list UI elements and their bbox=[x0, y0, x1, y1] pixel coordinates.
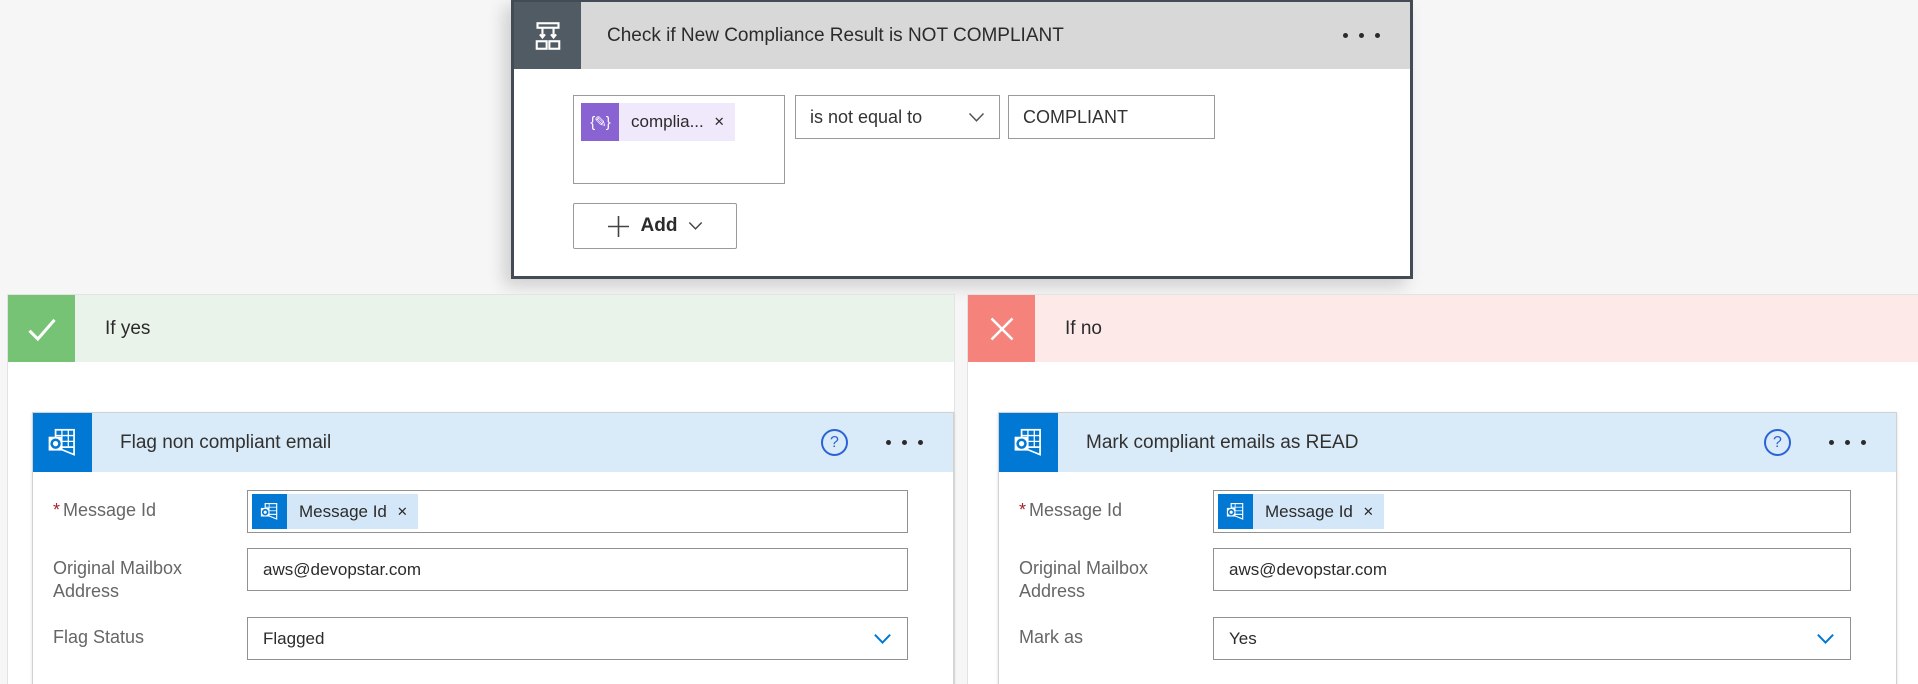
action-card-body: *Message Id bbox=[999, 472, 1896, 684]
field-row-flag-status: Flag Status Flagged bbox=[53, 617, 908, 660]
mailbox-address-value: aws@devopstar.com bbox=[1229, 560, 1387, 580]
mailbox-address-input[interactable]: aws@devopstar.com bbox=[247, 548, 908, 591]
condition-card: Check if New Compliance Result is NOT CO… bbox=[511, 0, 1413, 279]
condition-icon bbox=[514, 2, 581, 69]
field-label: Flag Status bbox=[53, 617, 247, 660]
field-label: *Message Id bbox=[53, 490, 247, 533]
mark-as-value: Yes bbox=[1229, 629, 1257, 649]
message-id-token[interactable]: Message Id ✕ bbox=[252, 494, 418, 529]
chevron-down-icon bbox=[968, 112, 985, 123]
if-yes-header[interactable]: If yes bbox=[8, 295, 954, 362]
chevron-down-icon bbox=[688, 221, 703, 231]
flag-status-value: Flagged bbox=[263, 629, 324, 649]
if-yes-label: If yes bbox=[105, 318, 150, 340]
expression-icon: {✎} bbox=[581, 103, 619, 141]
flag-email-action-card: Flag non compliant email ? *Message Id bbox=[32, 412, 954, 684]
token-dismiss-icon[interactable]: ✕ bbox=[1363, 504, 1374, 520]
add-button-label: Add bbox=[641, 215, 678, 237]
action-card-title: Mark compliant emails as READ bbox=[1086, 432, 1764, 454]
condition-value: COMPLIANT bbox=[1023, 107, 1128, 128]
field-label-text: Message Id bbox=[1029, 500, 1122, 520]
action-card-body: *Message Id bbox=[33, 472, 953, 684]
dynamic-content-token[interactable]: {✎} complia... ✕ bbox=[581, 103, 735, 141]
outlook-icon bbox=[33, 413, 92, 472]
mailbox-address-value: aws@devopstar.com bbox=[263, 560, 421, 580]
mark-read-action-card: Mark compliant emails as READ ? *Message… bbox=[998, 412, 1897, 684]
action-menu-icon[interactable] bbox=[1829, 440, 1866, 445]
condition-operand-input[interactable]: {✎} complia... ✕ bbox=[573, 95, 785, 184]
field-label: Original Mailbox Address bbox=[1019, 548, 1213, 602]
field-label-text: Original Mailbox Address bbox=[53, 558, 182, 601]
condition-row: {✎} complia... ✕ is not equal to COMPLIA… bbox=[573, 95, 1390, 184]
token-label: complia... bbox=[619, 112, 710, 132]
token-dismiss-icon[interactable]: ✕ bbox=[397, 504, 408, 520]
condition-menu-icon[interactable] bbox=[1343, 33, 1380, 38]
flag-status-dropdown[interactable]: Flagged bbox=[247, 617, 908, 660]
field-row-mailbox: Original Mailbox Address aws@devopstar.c… bbox=[1019, 548, 1851, 602]
field-label: *Message Id bbox=[1019, 490, 1213, 533]
token-label: Message Id bbox=[1253, 502, 1359, 522]
x-icon bbox=[968, 295, 1035, 362]
condition-body: {✎} complia... ✕ is not equal to COMPLIA… bbox=[514, 69, 1410, 276]
field-row-mailbox: Original Mailbox Address aws@devopstar.c… bbox=[53, 548, 908, 602]
token-label: Message Id bbox=[287, 502, 393, 522]
condition-title: Check if New Compliance Result is NOT CO… bbox=[607, 25, 1343, 47]
token-dismiss-icon[interactable]: ✕ bbox=[714, 114, 725, 130]
chevron-down-icon bbox=[1816, 633, 1835, 645]
action-card-header[interactable]: Mark compliant emails as READ ? bbox=[999, 413, 1896, 472]
outlook-icon bbox=[999, 413, 1058, 472]
outlook-icon bbox=[252, 494, 287, 529]
if-no-label: If no bbox=[1065, 318, 1102, 340]
required-asterisk: * bbox=[53, 500, 60, 520]
message-id-input[interactable]: Message Id ✕ bbox=[247, 490, 908, 533]
operator-value: is not equal to bbox=[810, 107, 922, 128]
field-label-text: Original Mailbox Address bbox=[1019, 558, 1148, 601]
field-row-message-id: *Message Id bbox=[1019, 490, 1851, 533]
plus-icon bbox=[607, 215, 630, 238]
field-label: Original Mailbox Address bbox=[53, 548, 247, 602]
message-id-token[interactable]: Message Id ✕ bbox=[1218, 494, 1384, 529]
mark-as-dropdown[interactable]: Yes bbox=[1213, 617, 1851, 660]
action-card-header[interactable]: Flag non compliant email ? bbox=[33, 413, 953, 472]
outlook-icon bbox=[1218, 494, 1253, 529]
if-no-branch: If no bbox=[967, 294, 1918, 684]
if-yes-branch: If yes bbox=[7, 294, 955, 684]
field-label-text: Message Id bbox=[63, 500, 156, 520]
message-id-input[interactable]: Message Id ✕ bbox=[1213, 490, 1851, 533]
help-icon[interactable]: ? bbox=[1764, 429, 1791, 456]
field-label-text: Mark as bbox=[1019, 627, 1083, 647]
if-no-header[interactable]: If no bbox=[968, 295, 1918, 362]
help-icon[interactable]: ? bbox=[821, 429, 848, 456]
action-card-title: Flag non compliant email bbox=[120, 432, 821, 454]
field-label: Mark as bbox=[1019, 617, 1213, 660]
add-condition-button[interactable]: Add bbox=[573, 203, 737, 249]
check-icon bbox=[8, 295, 75, 362]
required-asterisk: * bbox=[1019, 500, 1026, 520]
flow-designer-canvas: Check if New Compliance Result is NOT CO… bbox=[0, 0, 1918, 684]
condition-operator-dropdown[interactable]: is not equal to bbox=[795, 95, 1000, 139]
action-menu-icon[interactable] bbox=[886, 440, 923, 445]
mailbox-address-input[interactable]: aws@devopstar.com bbox=[1213, 548, 1851, 591]
if-yes-body: Flag non compliant email ? *Message Id bbox=[8, 362, 954, 684]
condition-card-header[interactable]: Check if New Compliance Result is NOT CO… bbox=[514, 2, 1410, 69]
if-no-body: Mark compliant emails as READ ? *Message… bbox=[968, 362, 1918, 684]
field-row-mark-as: Mark as Yes bbox=[1019, 617, 1851, 660]
condition-value-input[interactable]: COMPLIANT bbox=[1008, 95, 1215, 139]
field-row-message-id: *Message Id bbox=[53, 490, 908, 533]
field-label-text: Flag Status bbox=[53, 627, 144, 647]
chevron-down-icon bbox=[873, 633, 892, 645]
